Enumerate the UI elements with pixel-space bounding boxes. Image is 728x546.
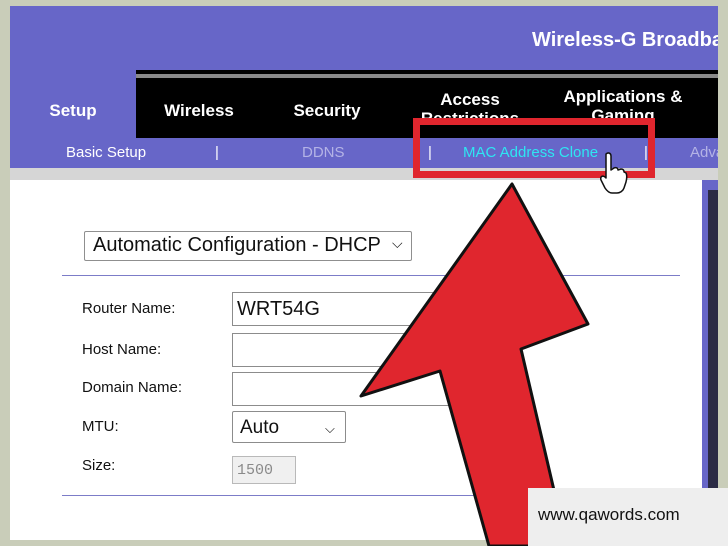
pointer-arrow-icon xyxy=(359,182,590,546)
watermark: www.qawords.com xyxy=(528,488,728,546)
watermark-text: www.qawords.com xyxy=(538,505,680,524)
hand-cursor-icon xyxy=(600,152,628,194)
